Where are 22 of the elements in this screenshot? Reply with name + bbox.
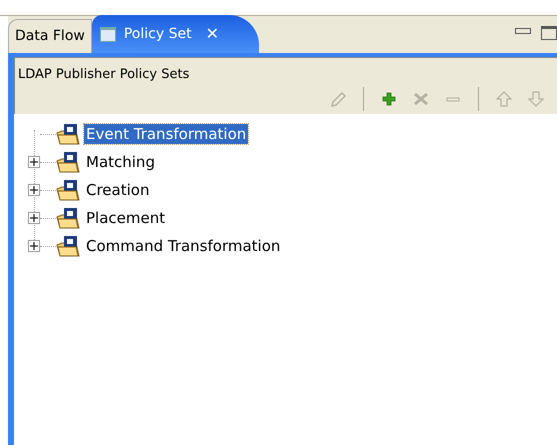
policy-folder-icon bbox=[56, 179, 80, 201]
tree-item[interactable]: Placement bbox=[84, 208, 168, 228]
close-button[interactable]: ✕ bbox=[206, 22, 219, 46]
expand-icon[interactable] bbox=[28, 156, 40, 168]
expand-icon[interactable] bbox=[28, 240, 40, 252]
policy-folder-icon bbox=[56, 123, 80, 145]
panel-title: LDAP Publisher Policy Sets bbox=[18, 66, 190, 84]
tab[interactable]: Data Flow bbox=[8, 19, 92, 53]
policy-folder-icon bbox=[56, 235, 80, 257]
tree-item[interactable]: Creation bbox=[84, 180, 152, 200]
tree-item[interactable]: Event Transformation bbox=[84, 124, 248, 144]
plus-icon[interactable] bbox=[380, 90, 398, 108]
tree-item[interactable]: Command Transformation bbox=[84, 236, 282, 256]
tree-item[interactable]: Matching bbox=[84, 152, 157, 172]
tab[interactable]: Policy Set ✕ bbox=[92, 15, 259, 53]
expand-icon[interactable] bbox=[28, 212, 40, 224]
policy-folder-icon bbox=[56, 151, 80, 173]
window-icon bbox=[100, 26, 116, 42]
expand-icon[interactable] bbox=[28, 184, 40, 196]
minimize-icon[interactable] bbox=[515, 28, 531, 34]
maximize-icon[interactable] bbox=[541, 26, 557, 40]
policy-folder-icon bbox=[56, 207, 80, 229]
